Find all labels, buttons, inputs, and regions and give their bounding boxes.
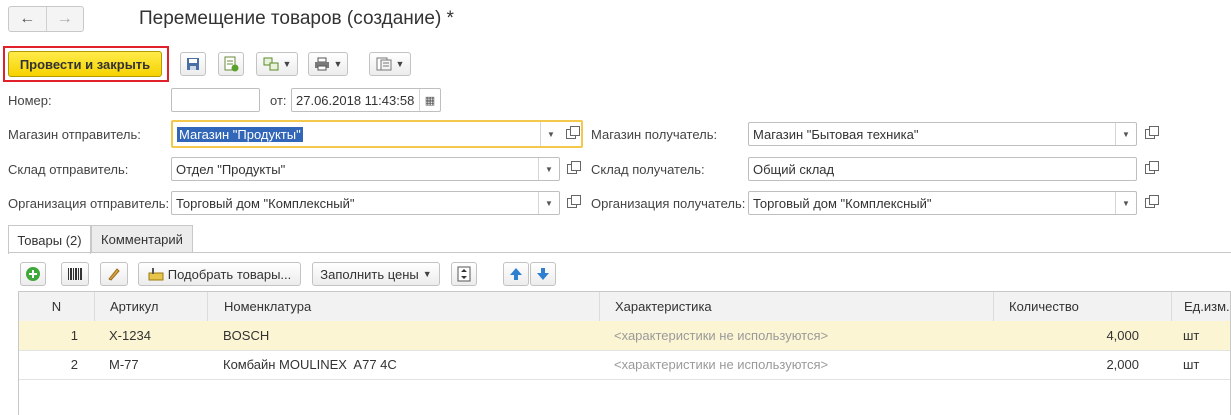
store-sender-field[interactable]: Магазин "Продукты" ▼ (171, 120, 583, 148)
pick-goods-label: Подобрать товары... (167, 266, 292, 282)
pencil-icon (106, 266, 122, 282)
floppy-disk-icon (186, 57, 200, 71)
warehouse-receiver-label: Склад получатель: (591, 162, 705, 177)
open-org-sender-icon[interactable] (562, 192, 582, 214)
column-header-n[interactable]: N (19, 292, 94, 321)
org-receiver-value: Торговый дом "Комплексный" (753, 195, 932, 211)
chevron-down-icon: ▼ (395, 59, 405, 69)
org-receiver-field[interactable]: Торговый дом "Комплексный" ▼ (748, 191, 1137, 215)
print-menu-button[interactable]: ▼ (308, 52, 348, 76)
move-down-button[interactable] (530, 262, 556, 286)
org-receiver-label: Организация получатель: (591, 196, 746, 211)
post-document-icon (223, 56, 239, 72)
column-header-article[interactable]: Артикул (94, 292, 207, 321)
open-org-receiver-icon[interactable] (1140, 192, 1160, 214)
table-row[interactable]: 2 M-77 Комбайн MOULINEX A77 4C <характер… (19, 350, 1230, 380)
pick-goods-button[interactable]: Подобрать товары... (138, 262, 301, 286)
number-label: Номер: (8, 93, 52, 108)
table-header: N Артикул Номенклатура Характеристика Ко… (19, 292, 1230, 322)
column-header-unit[interactable]: Ед.изм. (1171, 292, 1231, 321)
store-receiver-value: Магазин "Бытовая техника" (753, 126, 919, 142)
post-and-close-button[interactable]: Провести и закрыть (8, 51, 162, 77)
store-receiver-field[interactable]: Магазин "Бытовая техника" ▼ (748, 122, 1137, 146)
forward-arrow-icon[interactable]: → (45, 7, 84, 31)
row-quantity: 2,000 (1106, 357, 1139, 372)
post-button[interactable] (218, 52, 244, 76)
date-value: 27.06.2018 11:43:58 (296, 92, 415, 108)
goods-table: N Артикул Номенклатура Характеристика Ко… (18, 291, 1231, 415)
related-documents-icon (263, 57, 279, 71)
open-icon[interactable] (561, 123, 581, 145)
column-header-characteristic[interactable]: Характеристика (599, 292, 993, 321)
calendar-icon[interactable]: ▦ (419, 89, 440, 111)
row-article: X-1234 (109, 328, 151, 343)
row-characteristic: <характеристики не используются> (614, 328, 829, 343)
pick-goods-icon (148, 267, 164, 281)
org-sender-value: Торговый дом "Комплексный" (176, 195, 355, 211)
row-article: M-77 (109, 357, 139, 372)
column-header-item[interactable]: Номенклатура (207, 292, 599, 321)
warehouse-sender-field[interactable]: Отдел "Продукты" ▼ (171, 157, 560, 181)
tab-comment[interactable]: Комментарий (91, 225, 193, 253)
back-arrow-icon[interactable]: ← (9, 7, 46, 31)
open-warehouse-sender-icon[interactable] (562, 158, 582, 180)
chevron-down-icon[interactable]: ▼ (1115, 123, 1136, 145)
reports-menu-button[interactable]: ▼ (369, 52, 411, 76)
expand-vertical-icon (457, 266, 471, 282)
row-number: 2 (70, 357, 78, 372)
barcode-button[interactable] (61, 262, 89, 286)
move-up-button[interactable] (503, 262, 529, 286)
chevron-down-icon: ▼ (282, 59, 292, 69)
printer-icon (314, 57, 330, 71)
tab-goods[interactable]: Товары (2) (8, 225, 91, 254)
org-sender-field[interactable]: Торговый дом "Комплексный" ▼ (171, 191, 560, 215)
store-sender-value: Магазин "Продукты" (177, 126, 303, 142)
chevron-down-icon[interactable]: ▼ (540, 122, 561, 146)
store-receiver-label: Магазин получатель: (591, 127, 718, 142)
chevron-down-icon: ▼ (333, 59, 343, 69)
store-sender-label: Магазин отправитель: (8, 127, 141, 142)
chevron-down-icon: ▼ (422, 269, 432, 279)
open-store-receiver-icon[interactable] (1140, 123, 1160, 145)
reports-icon (376, 57, 392, 71)
add-row-button[interactable] (20, 262, 46, 286)
arrow-up-icon (509, 267, 523, 281)
row-unit: шт (1183, 357, 1200, 372)
history-nav: ← → (8, 6, 84, 32)
row-quantity: 4,000 (1106, 328, 1139, 343)
column-header-quantity[interactable]: Количество (993, 292, 1171, 321)
table-row[interactable]: 1 X-1234 BOSCH <характеристики не исполь… (19, 321, 1230, 351)
number-field[interactable] (171, 88, 260, 112)
page-title: Перемещение товаров (создание) * (139, 8, 454, 29)
barcode-icon (67, 267, 83, 281)
fill-prices-menu-button[interactable]: Заполнить цены ▼ (312, 262, 440, 286)
date-label: от: (270, 93, 287, 108)
arrow-down-icon (536, 267, 550, 281)
warehouse-sender-value: Отдел "Продукты" (176, 161, 286, 177)
row-height-button[interactable] (451, 262, 477, 286)
plus-circle-icon (25, 266, 41, 282)
chevron-down-icon[interactable]: ▼ (538, 192, 559, 214)
tab-divider (8, 252, 1231, 253)
fill-prices-label: Заполнить цены (320, 266, 419, 282)
warehouse-receiver-field[interactable]: Общий склад (748, 157, 1137, 181)
edit-button[interactable] (100, 262, 128, 286)
chevron-down-icon[interactable]: ▼ (538, 158, 559, 180)
save-button[interactable] (180, 52, 206, 76)
chevron-down-icon[interactable]: ▼ (1115, 192, 1136, 214)
row-item: Комбайн MOULINEX A77 4C (223, 357, 397, 372)
open-warehouse-receiver-icon[interactable] (1140, 158, 1160, 180)
related-docs-menu-button[interactable]: ▼ (256, 52, 298, 76)
row-unit: шт (1183, 328, 1200, 343)
date-field[interactable]: 27.06.2018 11:43:58 ▦ (291, 88, 441, 112)
warehouse-sender-label: Склад отправитель: (8, 162, 129, 177)
row-item: BOSCH (223, 328, 270, 343)
row-characteristic: <характеристики не используются> (614, 357, 829, 372)
org-sender-label: Организация отправитель: (8, 196, 170, 211)
row-number: 1 (70, 328, 78, 343)
warehouse-receiver-value: Общий склад (753, 161, 835, 177)
